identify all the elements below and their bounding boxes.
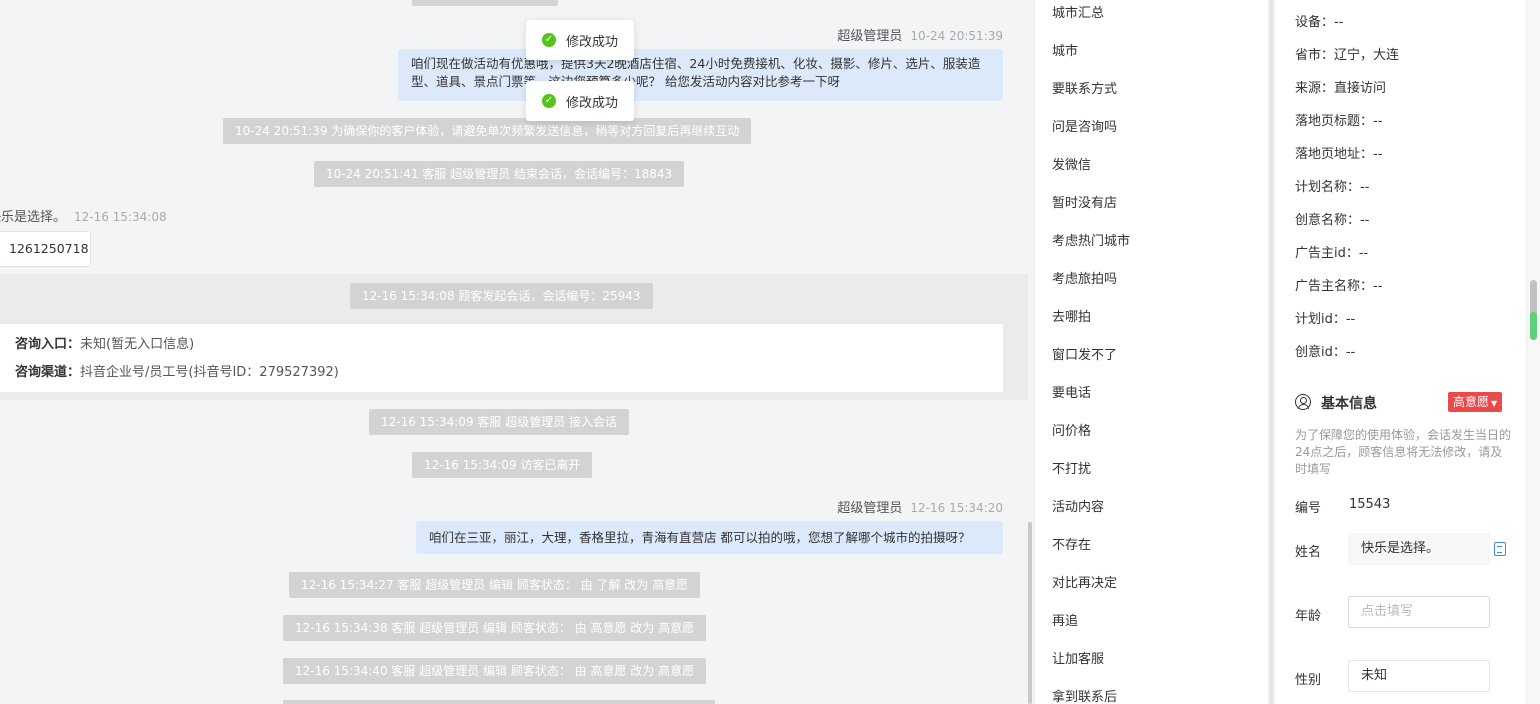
customer-id-value: 15543 xyxy=(1349,497,1391,512)
system-message-cutoff xyxy=(283,700,715,704)
sender-name: 超级管理员 xyxy=(837,29,903,44)
quick-reply-item[interactable]: 暂时没有店 xyxy=(1052,192,1117,211)
consult-channel-label: 咨询渠道： xyxy=(15,365,81,380)
message-time: 10-24 20:51:39 xyxy=(910,29,1003,43)
system-message: 10-24 20:51:41 客服 超级管理员 结束会话，会话编号：18843 xyxy=(314,161,685,187)
copy-icon[interactable] xyxy=(1494,542,1506,556)
info-creative-name: 创意名称：-- xyxy=(1295,213,1370,228)
quick-reply-item[interactable]: 城市汇总 xyxy=(1052,2,1104,21)
quick-reply-item[interactable]: 不打扰 xyxy=(1052,458,1091,477)
customer-info-panel: 设备：-- 省市：辽宁，大连 来源：直接访问 落地页标题：-- 落地页地址：--… xyxy=(1275,0,1526,704)
customer-name: 快乐是选择。 xyxy=(0,210,67,225)
message-time: 12-16 15:34:20 xyxy=(910,501,1003,515)
system-message: 12-16 15:34:09 访客已离开 xyxy=(412,452,593,478)
name-field[interactable]: 快乐是选择。 xyxy=(1348,533,1490,565)
quick-reply-list: 城市汇总 城市 要联系方式 问是咨询吗 发微信 暂时没有店 考虑热门城市 考虑旅… xyxy=(1034,0,1268,704)
agent-sender-line: 超级管理员 10-24 20:51:39 xyxy=(837,25,1003,44)
quick-reply-item[interactable]: 再追 xyxy=(1052,610,1078,629)
toast-text: 修改成功 xyxy=(566,95,619,111)
intent-status-label: 高意愿 xyxy=(1453,395,1490,409)
agent-message-bubble: 咱们现在做活动有优惠哦，提供3天2晚酒店住宿、24小时免费接机、化妆、摄影、修片… xyxy=(398,49,1003,101)
system-message: 12-16 15:34:27 客服 超级管理员 编辑 顾客状态： 由 了解 改为… xyxy=(289,572,701,598)
intent-status-dropdown[interactable]: 高意愿 ▼ xyxy=(1448,392,1503,412)
quick-reply-item[interactable]: 考虑热门城市 xyxy=(1052,230,1130,249)
system-message-cutoff xyxy=(412,0,558,6)
quick-reply-item[interactable]: 对比再决定 xyxy=(1052,572,1117,591)
quick-reply-item[interactable]: 考虑旅拍吗 xyxy=(1052,268,1117,287)
success-toast: ✓ 修改成功 xyxy=(526,81,635,121)
toast-text: 修改成功 xyxy=(566,34,619,50)
success-toast: ✓ 修改成功 xyxy=(526,20,635,60)
consult-channel-value: 抖音企业号/员工号(抖音号ID：279527392) xyxy=(80,365,339,380)
info-source: 来源：直接访问 xyxy=(1295,81,1387,96)
quick-reply-item[interactable]: 拿到联系后 xyxy=(1052,686,1117,704)
info-advertiser-name: 广告主名称：-- xyxy=(1295,279,1383,294)
consult-entry-value: 未知(暂无入口信息) xyxy=(80,337,195,352)
field-label-id: 编号 xyxy=(1295,501,1322,516)
customer-message-card[interactable]: 1261250718 xyxy=(0,231,91,267)
quick-reply-item[interactable]: 让加客服 xyxy=(1052,648,1104,667)
quick-reply-item[interactable]: 问价格 xyxy=(1052,420,1091,439)
quick-reply-item[interactable]: 要电话 xyxy=(1052,382,1091,401)
sender-name: 超级管理员 xyxy=(837,501,903,516)
consult-entry-label: 咨询入口： xyxy=(15,337,81,352)
quick-reply-item[interactable]: 问是咨询吗 xyxy=(1052,116,1117,135)
chat-area: 超级管理员 10-24 20:51:39 咱们现在做活动有优惠哦，提供3天2晚酒店… xyxy=(0,0,1034,704)
info-advertiser-id: 广告主id：-- xyxy=(1295,246,1369,261)
quick-reply-item[interactable]: 城市 xyxy=(1052,40,1078,59)
info-province-city: 省市：辽宁，大连 xyxy=(1295,48,1400,63)
divider-bar xyxy=(1270,0,1273,704)
check-circle-icon: ✓ xyxy=(542,33,556,47)
field-label-age: 年龄 xyxy=(1295,609,1322,624)
info-landing-url: 落地页地址：-- xyxy=(1295,147,1383,162)
consult-entry-card: 咨询入口：未知(暂无入口信息) 咨询渠道：抖音企业号/员工号(抖音号ID：279… xyxy=(0,324,1003,392)
system-message: 12-16 15:34:38 客服 超级管理员 编辑 顾客状态： 由 高意愿 改… xyxy=(283,615,707,641)
edit-notice: 为了保障您的使用体验，会话发生当日的24点之后，顾客信息将无法修改，请及时填写 xyxy=(1295,428,1512,476)
age-input[interactable]: 点击填写 xyxy=(1348,596,1490,628)
system-message: 12-16 15:34:40 客服 超级管理员 编辑 顾客状态： 由 高意愿 改… xyxy=(283,658,707,684)
info-creative-id: 创意id：-- xyxy=(1295,345,1356,360)
page-scrollbar[interactable] xyxy=(1526,0,1540,704)
panel-divider[interactable] xyxy=(1268,0,1275,704)
quick-reply-item[interactable]: 要联系方式 xyxy=(1052,78,1117,97)
field-label-gender: 性别 xyxy=(1295,673,1322,688)
system-message: 12-16 15:34:08 顾客发起会话，会话编号：25943 xyxy=(350,283,653,309)
message-time: 12-16 15:34:08 xyxy=(74,210,167,224)
system-message: 12-16 15:34:09 客服 超级管理员 接入会话 xyxy=(369,409,630,435)
check-circle-icon: ✓ xyxy=(542,94,556,108)
info-device: 设备：-- xyxy=(1295,15,1344,30)
agent-message-bubble: 咱们在三亚，丽江，大理，香格里拉，青海有直营店 都可以拍的哦，您想了解哪个城市的… xyxy=(416,521,1003,554)
info-landing-title: 落地页标题：-- xyxy=(1295,114,1383,129)
info-plan-id: 计划id：-- xyxy=(1295,312,1356,327)
session-start-block: 12-16 15:34:08 顾客发起会话，会话编号：25943 咨询入口：未知… xyxy=(0,274,1028,400)
field-label-name: 姓名 xyxy=(1295,545,1322,560)
quick-reply-item[interactable]: 不存在 xyxy=(1052,534,1091,553)
basic-info-title: 基本信息 xyxy=(1321,396,1377,412)
quick-reply-item[interactable]: 活动内容 xyxy=(1052,496,1104,515)
caret-down-icon: ▼ xyxy=(1491,399,1498,408)
quick-reply-item[interactable]: 发微信 xyxy=(1052,154,1091,173)
agent-sender-line: 超级管理员 12-16 15:34:20 xyxy=(837,497,1003,516)
basic-info-header: 基本信息 高意愿 ▼ xyxy=(1295,392,1509,414)
scrollbar-marker xyxy=(1530,312,1537,340)
system-message: 10-24 20:51:39 为确保你的客户体验，请避免单次频繁发送信息，稍等对… xyxy=(223,118,752,144)
customer-sender-line: 快乐是选择。 12-16 15:34:08 xyxy=(0,206,167,225)
consult-channel-row: 咨询渠道：抖音企业号/员工号(抖音号ID：279527392) xyxy=(15,360,988,388)
gender-select[interactable]: 未知 xyxy=(1348,660,1490,692)
quick-reply-item[interactable]: 窗口发不了 xyxy=(1052,344,1117,363)
info-plan-name: 计划名称：-- xyxy=(1295,180,1370,195)
user-circle-icon xyxy=(1295,394,1311,410)
chat-scrollbar[interactable] xyxy=(1028,522,1032,704)
consult-entry-row: 咨询入口：未知(暂无入口信息) xyxy=(15,332,988,360)
quick-reply-item[interactable]: 去哪拍 xyxy=(1052,306,1091,325)
